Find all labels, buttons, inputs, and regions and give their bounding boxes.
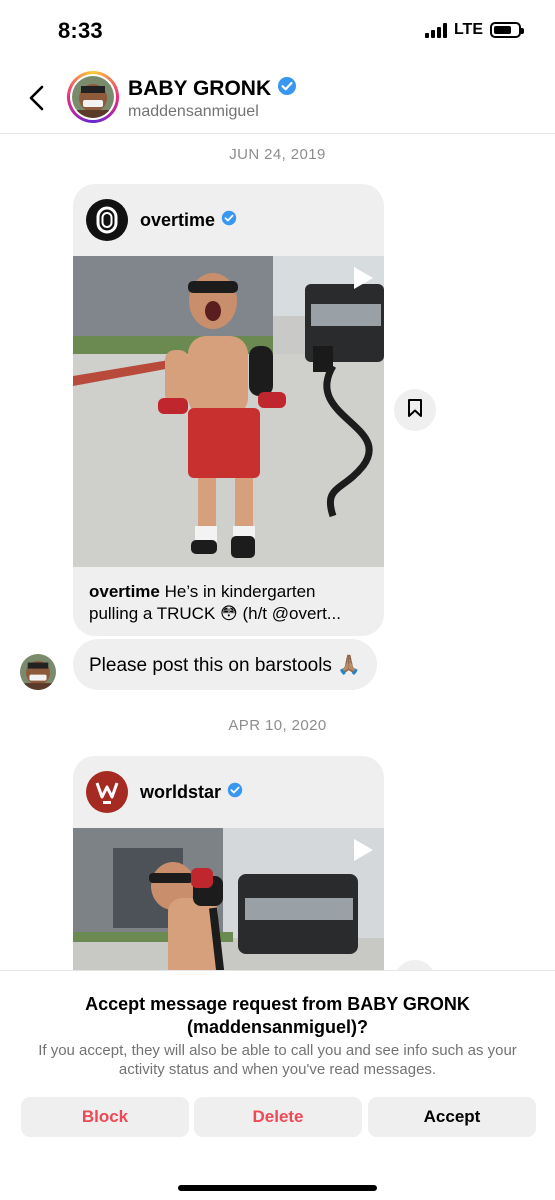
date-separator: JUN 24, 2019 [229, 146, 326, 163]
status-time: 8:33 [58, 18, 103, 43]
signal-icon [424, 22, 447, 38]
status-bar: 8:33 LTE [0, 0, 555, 62]
date-separator: APR 10, 2020 [228, 717, 327, 734]
shared-post[interactable]: overtime overtime He’s in kindergarten p… [73, 184, 384, 636]
verified-badge-icon [221, 210, 237, 231]
sender-avatar[interactable] [20, 654, 56, 690]
profile-avatar[interactable] [67, 71, 119, 123]
post-caption: overtime He’s in kindergarten pulling a … [73, 567, 384, 636]
bookmark-icon [407, 398, 423, 423]
post-header[interactable]: worldstar [73, 756, 384, 828]
post-header[interactable]: overtime [73, 184, 384, 256]
play-icon [352, 838, 374, 867]
contact-name-text: BABY GRONK [128, 77, 272, 100]
contact-username: maddensanmiguel [128, 103, 259, 120]
verified-badge-icon [277, 76, 297, 102]
post-account-name: worldstar [140, 781, 222, 802]
battery-icon [490, 22, 524, 38]
back-arrow-icon[interactable] [24, 80, 54, 116]
save-bookmark-button[interactable] [394, 389, 436, 431]
message-request-panel: Accept message request from BABY GRONK (… [0, 970, 555, 1200]
chat-header: BABY GRONK maddensanmiguel [0, 62, 555, 134]
network-label: LTE [453, 21, 483, 38]
home-indicator[interactable] [178, 1185, 377, 1191]
request-title: Accept message request from BABY GRONK (… [85, 994, 470, 1037]
post-video-thumbnail[interactable] [73, 256, 384, 567]
request-description: If you accept, they will also be able to… [38, 1042, 517, 1078]
overtime-logo-icon [86, 199, 128, 241]
delete-button[interactable]: Delete [194, 1097, 362, 1137]
verified-badge-icon [227, 782, 243, 803]
contact-name: BABY GRONK [128, 76, 297, 102]
post-account-name: overtime [140, 209, 216, 230]
message-bubble[interactable]: Please post this on barstools 🙏🏽 [73, 639, 377, 690]
worldstar-logo-icon [86, 771, 128, 813]
caption-account: overtime [89, 582, 160, 601]
status-indicators: LTE [424, 21, 524, 39]
play-icon [352, 266, 374, 295]
shared-post[interactable]: worldstar [73, 756, 384, 996]
block-button[interactable]: Block [21, 1097, 189, 1137]
accept-button[interactable]: Accept [368, 1097, 536, 1137]
